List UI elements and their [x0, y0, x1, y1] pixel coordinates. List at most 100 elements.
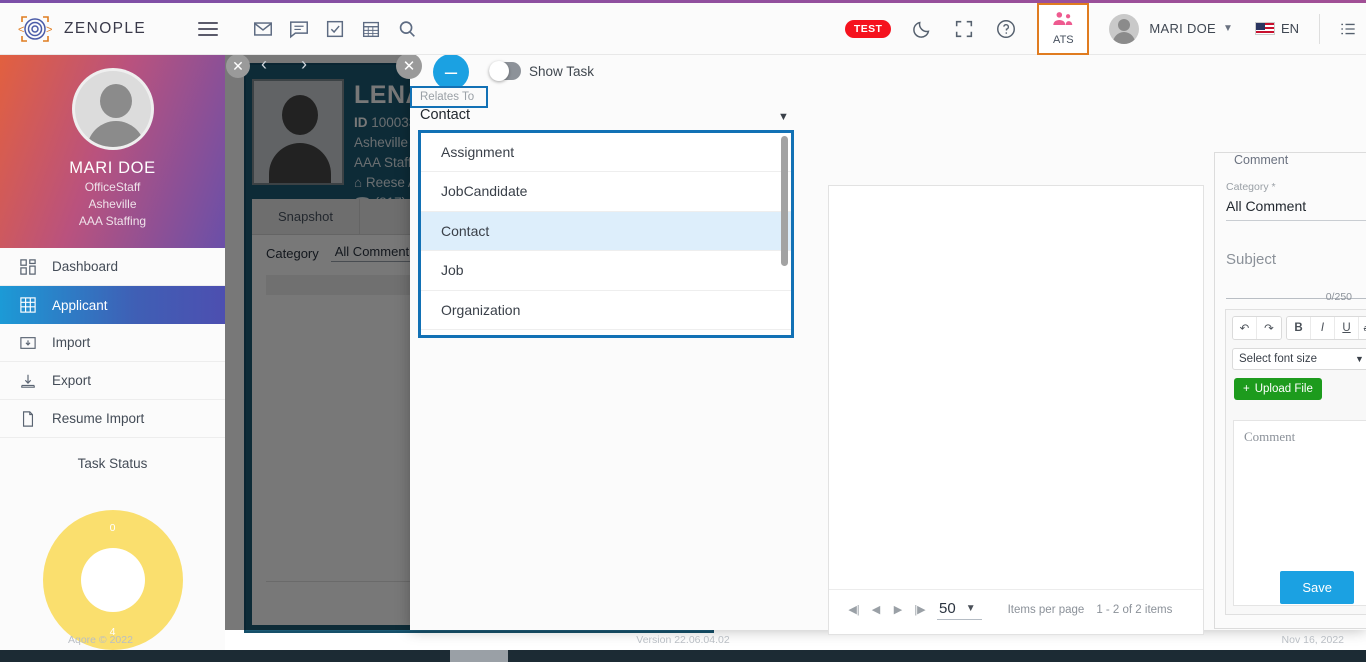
fullscreen-icon[interactable] [953, 18, 975, 40]
prev-record-icon[interactable]: ‹ [252, 52, 276, 76]
import-icon [20, 335, 38, 351]
last-page-icon[interactable]: |▶ [909, 603, 931, 616]
next-record-icon[interactable]: › [292, 52, 316, 76]
ats-label: ATS [1053, 34, 1074, 46]
search-icon[interactable] [396, 18, 418, 40]
sidebar-profile: MARI DOE OfficeStaff Asheville AAA Staff… [0, 55, 225, 248]
sidebar-item-export[interactable]: Export [0, 362, 225, 400]
svg-text:<: < [18, 24, 24, 36]
side-list-icon[interactable] [1319, 13, 1358, 44]
brand[interactable]: < > ZENOPLE [0, 10, 182, 48]
profile-role: OfficeStaff [84, 180, 141, 194]
sidebar-item-label: Applicant [52, 297, 108, 313]
save-button[interactable]: Save [1280, 571, 1354, 604]
items-per-page-label: Items per page [1007, 603, 1085, 616]
dropdown-option-job[interactable]: Job [421, 251, 791, 291]
dropdown-scrollbar[interactable] [781, 136, 788, 266]
comment-legend: Comment [1228, 153, 1295, 167]
profile-name: MARI DOE [69, 159, 156, 177]
record-close-icon[interactable]: ✕ [226, 54, 250, 78]
font-size-select[interactable]: Select font size ▼ [1232, 348, 1366, 370]
header-right-group: TEST ATS MARI DOE ▼ EN [844, 2, 1366, 55]
dashboard-icon [20, 258, 38, 275]
grid-icon [20, 297, 38, 313]
flag-icon [1254, 22, 1275, 35]
dark-mode-icon[interactable] [911, 18, 933, 40]
chevron-down-icon[interactable]: ▼ [1223, 23, 1233, 34]
user-name[interactable]: MARI DOE [1149, 21, 1216, 36]
profile-branch: Asheville [88, 197, 137, 211]
footer-version: Version 22.06.04.02 [636, 634, 730, 646]
items-range-label: 1 - 2 of 2 items [1096, 603, 1173, 616]
redo-icon[interactable]: ↷ [1257, 317, 1281, 339]
ats-module-button[interactable]: ATS [1037, 2, 1090, 55]
test-badge[interactable]: TEST [844, 19, 892, 38]
prev-page-icon[interactable]: ◀ [865, 603, 887, 616]
sidebar-item-resume-import[interactable]: Resume Import [0, 400, 225, 438]
first-page-icon[interactable]: ◀| [843, 603, 865, 616]
app-footer: Aqore © 2022 Version 22.06.04.02 Nov 16,… [0, 630, 1366, 650]
help-icon[interactable] [995, 18, 1017, 40]
category-value: All Comment [1226, 198, 1307, 214]
profile-company: AAA Staffing [78, 214, 147, 228]
category-field[interactable]: Category * All Comment ▼ [1226, 181, 1366, 221]
upload-file-label: Upload File [1254, 383, 1313, 395]
dropdown-option-contact[interactable]: Contact [421, 211, 791, 252]
document-icon [20, 410, 38, 427]
strikethrough-icon[interactable]: abc [1359, 317, 1366, 339]
dropdown-option-organization[interactable]: Organization [421, 290, 791, 330]
next-page-icon[interactable]: ▶ [887, 603, 909, 616]
sidebar-item-import[interactable]: Import [0, 324, 225, 362]
sidebar-item-label: Export [52, 373, 92, 388]
chevron-down-icon: ▼ [965, 602, 976, 614]
modal-close-icon[interactable]: ✕ [396, 53, 422, 79]
avatar[interactable] [1109, 13, 1140, 44]
page-size-select[interactable]: 50 ▼ [937, 600, 982, 620]
profile-avatar[interactable] [71, 68, 154, 150]
sidebar-item-dashboard[interactable]: Dashboard [0, 248, 225, 286]
donut-chart[interactable]: 0 4 [42, 509, 183, 650]
plus-icon: + [1243, 383, 1250, 395]
task-icon[interactable] [324, 18, 346, 40]
zenople-logo-icon: < > [16, 10, 54, 48]
category-label: Category * [1226, 181, 1276, 193]
upload-file-button[interactable]: + Upload File [1234, 378, 1322, 400]
font-size-label: Select font size [1239, 353, 1317, 365]
brand-name: ZENOPLE [64, 19, 147, 37]
menu-icon[interactable] [198, 21, 218, 36]
ats-icon [1051, 11, 1075, 33]
bold-icon[interactable]: B [1287, 317, 1311, 339]
calendar-icon[interactable] [360, 18, 382, 40]
editor-toolbar-row-2: Select font size ▼ Select font family ▼ … [1226, 340, 1366, 371]
relates-list-panel [828, 185, 1204, 635]
svg-text:>: > [46, 24, 52, 36]
collapse-button[interactable]: – [433, 54, 469, 90]
bottom-strip [0, 650, 1366, 662]
task-status-title: Task Status [0, 438, 225, 477]
page-size-value: 50 [939, 599, 956, 617]
editor-toolbar-row-1: ↶ ↷ B I U abc x₂ x² ≡ ≡ ≡ ≡ [1226, 310, 1366, 340]
header-icon-group [252, 18, 418, 40]
application-window: < > ZENOPLE TEST ATS MARI DOE ▼ EN MARI … [0, 0, 1366, 662]
app-header: < > ZENOPLE TEST ATS MARI DOE ▼ EN [0, 2, 1366, 55]
subject-placeholder: Subject [1226, 251, 1277, 268]
sidebar-item-applicant[interactable]: Applicant [0, 286, 225, 324]
undo-icon[interactable]: ↶ [1233, 317, 1257, 339]
dropdown-option-jobcandidate[interactable]: JobCandidate [421, 172, 791, 212]
relates-to-dropdown[interactable]: Assignment JobCandidate Contact Job Orga… [418, 130, 794, 338]
dropdown-option-assignment[interactable]: Assignment [421, 133, 791, 173]
relates-to-value[interactable]: Contact [420, 107, 790, 129]
chevron-down-icon[interactable]: ▼ [778, 111, 789, 123]
pagination-bar: ◀| ◀ ▶ |▶ 50 ▼ Items per page 1 - 2 of 2… [829, 589, 1203, 629]
language-label[interactable]: EN [1281, 21, 1299, 36]
chat-icon[interactable] [288, 18, 310, 40]
italic-icon[interactable]: I [1311, 317, 1335, 339]
export-icon [20, 373, 38, 389]
donut-value-top: 0 [109, 521, 116, 534]
show-task-toggle[interactable] [489, 61, 521, 81]
top-accent-bar [0, 0, 1366, 3]
mail-icon[interactable] [252, 18, 274, 40]
sidebar-item-label: Resume Import [52, 411, 145, 426]
char-counter: 0/250 [1325, 291, 1352, 303]
underline-icon[interactable]: U [1335, 317, 1359, 339]
